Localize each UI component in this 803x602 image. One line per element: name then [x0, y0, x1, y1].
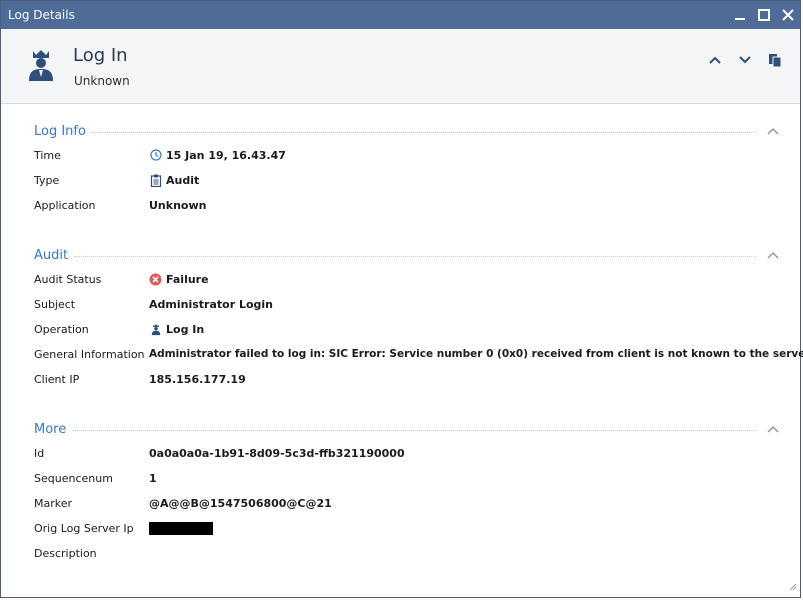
field-row-subject: Subject Administrator Login: [34, 296, 273, 312]
field-value: 0a0a0a0a-1b91-8d09-5c3d-ffb321190000: [149, 446, 405, 460]
field-label: Audit Status: [34, 272, 102, 286]
log-header: Log In Unknown: [1, 29, 800, 104]
section-divider: [72, 429, 756, 431]
window-controls: [728, 1, 800, 29]
field-label: Time: [34, 148, 61, 162]
copy-button[interactable]: [764, 49, 786, 71]
field-value: Audit: [149, 174, 199, 187]
log-subtitle: Unknown: [74, 74, 130, 88]
chevron-up-icon: [709, 56, 721, 64]
field-row-orig-log-server-ip: Orig Log Server Ip: [34, 520, 213, 536]
field-row-application: Application Unknown: [34, 197, 206, 213]
field-row-type: Type Audit: [34, 172, 199, 188]
window-titlebar[interactable]: Log Details: [1, 1, 800, 29]
window-title: Log Details: [8, 8, 75, 22]
next-log-button[interactable]: [734, 49, 756, 71]
minimize-icon: [735, 18, 745, 20]
field-row-time: Time 15 Jan 19, 16.43.47: [34, 147, 286, 163]
user-icon: [24, 48, 58, 85]
redacted-value: [149, 521, 213, 535]
field-label: Sequencenum: [34, 471, 113, 485]
field-row-operation: Operation Log In: [34, 321, 204, 337]
section-divider: [91, 131, 756, 133]
section-title: More: [34, 421, 67, 437]
previous-log-button[interactable]: [704, 49, 726, 71]
section-more-header[interactable]: More: [34, 420, 780, 438]
field-label: Operation: [34, 322, 89, 336]
error-icon: [149, 273, 162, 286]
operation-value: Log In: [166, 322, 205, 336]
time-value: 15 Jan 19, 16.43.47: [166, 148, 286, 162]
type-value: Audit: [166, 173, 200, 187]
field-label: Subject: [34, 297, 76, 311]
field-label: Marker: [34, 496, 73, 510]
user-icon: [149, 323, 162, 336]
section-log-info-header[interactable]: Log Info: [34, 122, 780, 140]
minimize-button[interactable]: [728, 1, 752, 29]
field-row-client-ip: Client IP 185.156.177.19: [34, 371, 246, 387]
field-value: Log In: [149, 323, 204, 336]
field-value: Administrator Login: [149, 297, 273, 311]
field-value: Unknown: [149, 198, 207, 212]
log-details-window: Log Details Log In Unknown Log Info Time…: [0, 0, 803, 598]
section-title: Log Info: [34, 123, 86, 139]
maximize-icon: [758, 9, 770, 21]
clock-icon: [149, 149, 162, 162]
field-label: General Information: [34, 347, 145, 361]
collapse-chevron-icon[interactable]: [766, 124, 780, 138]
copy-icon: [769, 54, 782, 67]
field-label: Description: [34, 546, 97, 560]
collapse-chevron-icon[interactable]: [766, 422, 780, 436]
field-value: [149, 521, 213, 535]
field-value: 15 Jan 19, 16.43.47: [149, 149, 286, 162]
close-button[interactable]: [776, 1, 800, 29]
field-label: Orig Log Server Ip: [34, 521, 134, 535]
clipboard-icon: [149, 174, 162, 187]
field-value: @A@@B@1547506800@C@21: [149, 496, 332, 510]
field-row-id: Id 0a0a0a0a-1b91-8d09-5c3d-ffb321190000: [34, 445, 405, 461]
field-value: Administrator failed to log in: SIC Erro…: [149, 348, 803, 360]
close-icon: [782, 9, 794, 21]
chevron-down-icon: [739, 56, 751, 64]
resize-grip-icon[interactable]: [787, 581, 797, 594]
field-row-marker: Marker @A@@B@1547506800@C@21: [34, 495, 332, 511]
field-label: Application: [34, 198, 96, 212]
field-label: Client IP: [34, 372, 80, 386]
field-row-sequencenum: Sequencenum 1: [34, 470, 157, 486]
field-value: Failure: [149, 273, 209, 286]
field-row-description: Description: [34, 545, 149, 561]
field-label: Type: [34, 173, 60, 187]
field-value: 185.156.177.19: [149, 372, 246, 386]
field-label: Id: [34, 446, 45, 460]
section-divider: [74, 255, 756, 257]
section-audit-header[interactable]: Audit: [34, 246, 780, 264]
audit-status-value: Failure: [166, 272, 209, 286]
field-row-audit-status: Audit Status Failure: [34, 271, 209, 287]
field-value: 1: [149, 471, 157, 485]
log-title: Log In: [73, 45, 128, 66]
section-title: Audit: [34, 247, 69, 263]
maximize-button[interactable]: [752, 1, 776, 29]
field-row-general-information: General Information Administrator failed…: [34, 346, 803, 362]
collapse-chevron-icon[interactable]: [766, 248, 780, 262]
